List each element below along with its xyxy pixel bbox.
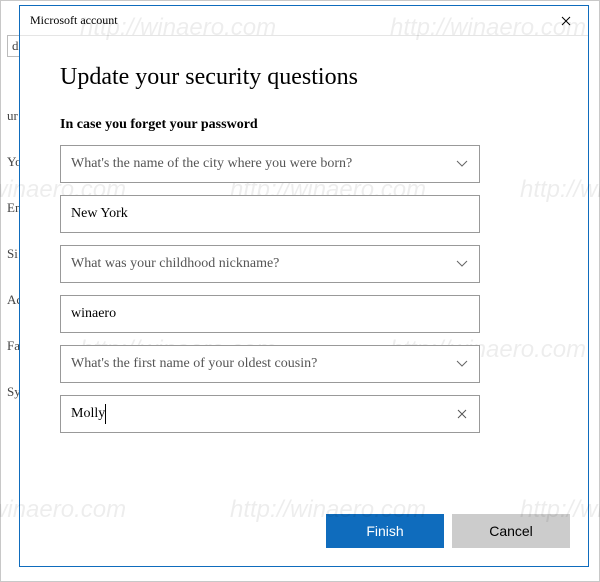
titlebar: Microsoft account	[20, 6, 588, 36]
window-frame: d ur Yo En Si Ac Fa Sy http://winaero.co…	[0, 0, 600, 582]
answer-3-input[interactable]	[71, 396, 443, 432]
close-icon	[561, 16, 571, 26]
page-heading: Update your security questions	[60, 64, 548, 91]
dialog-footer: Finish Cancel	[20, 496, 588, 566]
question-2-text: What was your childhood nickname?	[71, 256, 279, 272]
finish-button[interactable]: Finish	[326, 514, 444, 548]
chevron-down-icon	[455, 157, 469, 171]
chevron-down-icon	[455, 357, 469, 371]
dialog-content: Update your security questions In case y…	[20, 36, 588, 496]
question-1-text: What's the name of the city where you we…	[71, 156, 352, 172]
question-3-select[interactable]: What's the first name of your oldest cou…	[60, 345, 480, 383]
question-2-select[interactable]: What was your childhood nickname?	[60, 245, 480, 283]
answer-3-field[interactable]	[60, 395, 480, 433]
questions-form: What's the name of the city where you we…	[60, 145, 480, 433]
cancel-button[interactable]: Cancel	[452, 514, 570, 548]
question-1-select[interactable]: What's the name of the city where you we…	[60, 145, 480, 183]
security-questions-dialog: http://winaero.com http://winaero.com ht…	[19, 5, 589, 567]
chevron-down-icon	[455, 257, 469, 271]
dialog-title: Microsoft account	[30, 13, 543, 28]
clear-input-button[interactable]	[455, 407, 469, 421]
answer-1-input[interactable]	[71, 196, 443, 232]
answer-1-field[interactable]	[60, 195, 480, 233]
answer-2-input[interactable]	[71, 296, 443, 332]
question-3-text: What's the first name of your oldest cou…	[71, 356, 317, 372]
close-button[interactable]	[543, 6, 588, 36]
answer-2-field[interactable]	[60, 295, 480, 333]
page-subheading: In case you forget your password	[60, 117, 548, 133]
text-caret	[105, 404, 106, 424]
close-icon	[457, 409, 467, 419]
